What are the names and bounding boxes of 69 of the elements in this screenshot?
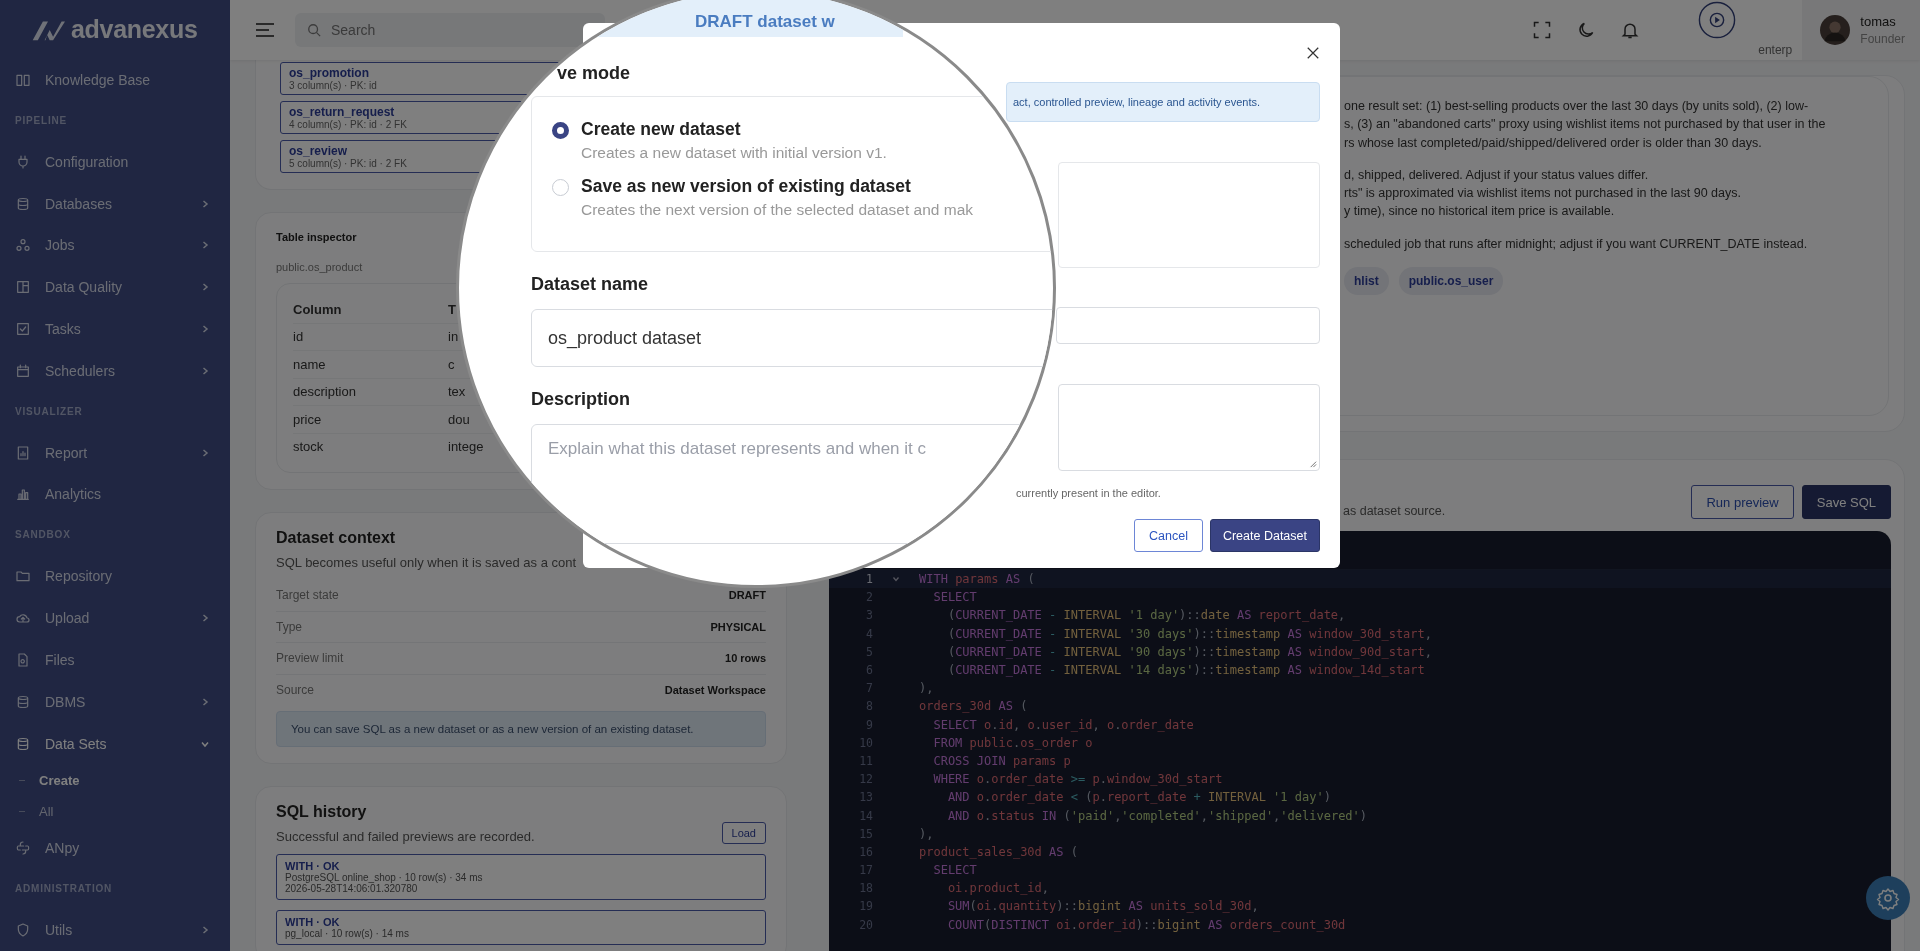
table-name: public.os_product (276, 261, 364, 273)
table-cell: c (448, 356, 455, 372)
line-number: 1 (865, 572, 873, 587)
code-line: (CURRENT_DATE - INTERVAL '30 days')::timestamp AS window_30d_start, (946, 626, 1433, 641)
info-note: You can save SQL as a new dataset or as a new version of an existing dataset. (276, 711, 766, 747)
option-hint: Creates the next version of the selected dataset and mak (581, 201, 974, 219)
card-description: as dataset source. (1343, 504, 1446, 518)
property-value: DRAFT (728, 589, 766, 602)
description-line: rts" is approximated via wishlist items not purchased in the last 90 days. (1344, 185, 1742, 203)
code-line: SELECT o.id, o.user_id, o.order_date (932, 717, 1194, 732)
field-label: ve mode (557, 63, 632, 84)
option-title: Save as new version of existing dataset (581, 176, 912, 197)
description-line: one result set: (1) best-selling products over the last 30 days (by units sold), (2) low- (1344, 98, 1810, 115)
code-line: (CURRENT_DATE - INTERVAL '90 days')::timestamp AS window_90d_start, (946, 644, 1433, 659)
table-cell: description (293, 384, 356, 400)
table-cell: intege (448, 439, 484, 455)
property-label: Preview limit (276, 651, 344, 666)
property-label: Type (276, 619, 302, 634)
field-label: Dataset name (531, 274, 650, 295)
option-hint: Creates a new dataset with initial version v1. (581, 144, 887, 162)
description-line: scheduled job that runs after midnight; adjust if you want CURRENT_DATE instead. (1344, 235, 1809, 253)
code-line: ), (919, 826, 934, 841)
code-line: (CURRENT_DATE - INTERVAL '14 days')::timestamp AS window_14d_start (946, 663, 1425, 678)
code-line: FROM public.os_order o (932, 735, 1093, 750)
description-line: y time), since no historical item price is available. (1344, 203, 1616, 221)
code-line: ), (919, 681, 934, 696)
field-hint: currently present in the editor. (1016, 487, 1162, 499)
field-label: Description (531, 389, 632, 410)
info-text: act, controlled preview, lineage and activity events. (1013, 96, 1261, 108)
logo-text: advanexus (71, 15, 198, 44)
user-name: tomas (1860, 14, 1897, 29)
code-line: SUM(oi.quantity)::bigint AS units_sold_30d, (946, 899, 1259, 914)
code-line: (CURRENT_DATE - INTERVAL '1 day')::date AS report_date, (946, 608, 1346, 623)
plan-label: enterp (1758, 43, 1793, 57)
card-description: SQL becomes useful only when it is saved as a cont (276, 555, 578, 570)
table-cell: in (448, 329, 459, 345)
table-cell: tex (448, 384, 466, 400)
property-value: 10 rows (725, 652, 766, 665)
code-line: oi.product_id, (946, 881, 1050, 896)
card-title: Dataset context (276, 529, 397, 547)
column-header: T (448, 301, 456, 317)
code-line: SELECT (932, 590, 977, 605)
code-line: WHERE o.order_date >= p.window_30d_start (932, 772, 1223, 787)
property-value: Dataset Workspace (664, 683, 766, 696)
table-cell: price (293, 411, 322, 427)
option-title: Create new dataset (581, 119, 742, 140)
code-line: WITH params AS ( (919, 572, 1035, 587)
info-text: DRAFT dataset w (695, 12, 835, 32)
table-cell: id (293, 329, 304, 345)
card-description: Successful and failed previews are recorded. (276, 829, 535, 844)
card-title: SQL history (276, 803, 368, 821)
column-header: Column (293, 301, 342, 317)
code-line: CROSS JOIN params p (932, 753, 1071, 768)
code-line: SELECT (932, 863, 977, 878)
code-line: orders_30d AS ( (919, 699, 1028, 714)
table-cell: stock (293, 439, 324, 455)
property-value: PHYSICAL (710, 620, 766, 633)
code-line: AND o.order_date < (p.report_date + INTERVAL '1 day') (946, 790, 1331, 805)
property-label: Target state (276, 588, 339, 603)
card-title: Table inspector (276, 231, 358, 243)
description-line: rs whose last completed/paid/shipped/delivered order is older than 30 days. (1344, 134, 1763, 152)
property-label: Source (276, 682, 315, 697)
code-line: product_sales_30d AS ( (919, 844, 1078, 859)
description-line: s, (3) an "abandoned carts" proxy using wishlist items not purchased by that user in the (1344, 116, 1827, 134)
description-line: d, shipped, delivered. Adjust if your status values differ. (1344, 166, 1650, 184)
table-cell: name (293, 356, 326, 372)
code-line: COUNT(DISTINCT oi.order_id)::bigint AS orders_count_30d (946, 917, 1346, 932)
table-cell: dou (448, 411, 470, 427)
code-line: AND o.status IN ('paid','completed','shipped','delivered') (946, 808, 1368, 823)
